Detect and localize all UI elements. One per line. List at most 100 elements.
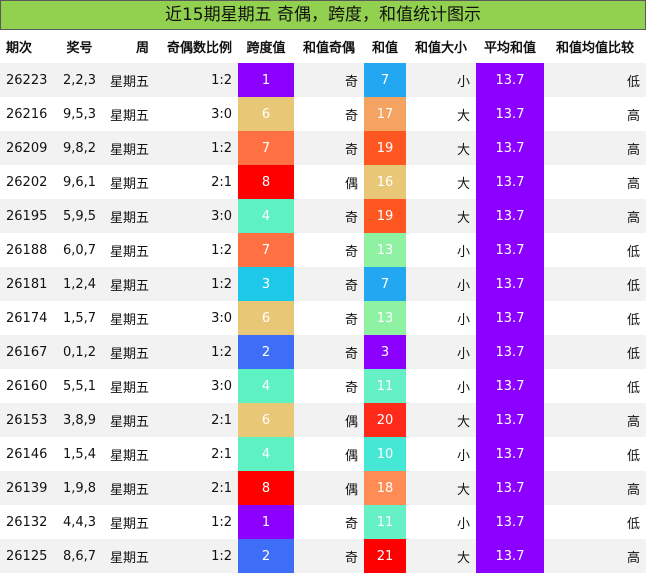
sum-cell: 17 [364, 97, 406, 131]
ratio-cell: 1:2 [155, 233, 238, 267]
issue-cell: 26209 [0, 131, 57, 165]
week-cell: 星期五 [102, 471, 155, 505]
header-row: 期次 奖号 周 奇偶数比例 跨度值 和值奇偶 和值 和值大小 平均和值 和值均值… [0, 30, 646, 63]
sum-cell: 11 [364, 369, 406, 403]
sum-size-cell: 大 [406, 403, 476, 437]
header-sum: 和值 [371, 41, 398, 56]
ratio-cell: 2:1 [155, 437, 238, 471]
table-row: 26139 1,9,8 星期五 2:1 8 偶 18 大 13.7 高 [0, 471, 646, 505]
numbers-cell: 1,2,4 [57, 267, 102, 301]
span-cell: 1 [238, 63, 294, 97]
table-row: 26209 9,8,2 星期五 1:2 7 奇 19 大 13.7 高 [0, 131, 646, 165]
sum-size-cell: 小 [406, 301, 476, 335]
page-title: 近15期星期五 奇偶，跨度，和值统计图示 [0, 0, 646, 30]
avg-sum-cell: 13.7 [476, 233, 544, 267]
avg-sum-cell: 13.7 [476, 335, 544, 369]
sum-size-cell: 大 [406, 471, 476, 505]
span-cell: 2 [238, 335, 294, 369]
span-cell: 2 [238, 539, 294, 573]
avg-sum-cell: 13.7 [476, 403, 544, 437]
week-cell: 星期五 [102, 369, 155, 403]
sum-size-cell: 大 [406, 539, 476, 573]
span-cell: 4 [238, 369, 294, 403]
avg-sum-cell: 13.7 [476, 437, 544, 471]
avg-sum-cell: 13.7 [476, 131, 544, 165]
table-row: 26125 8,6,7 星期五 1:2 2 奇 21 大 13.7 高 [0, 539, 646, 573]
sum-parity-cell: 奇 [294, 233, 364, 267]
issue-cell: 26160 [0, 369, 57, 403]
avg-compare-cell: 低 [544, 505, 646, 539]
sum-size-cell: 小 [406, 335, 476, 369]
avg-compare-cell: 低 [544, 63, 646, 97]
avg-sum-cell: 13.7 [476, 63, 544, 97]
week-cell: 星期五 [102, 335, 155, 369]
week-cell: 星期五 [102, 63, 155, 97]
span-cell: 6 [238, 301, 294, 335]
avg-compare-cell: 低 [544, 369, 646, 403]
header-sum-parity: 和值奇偶 [302, 41, 355, 56]
ratio-cell: 1:2 [155, 267, 238, 301]
ratio-cell: 3:0 [155, 97, 238, 131]
issue-cell: 26125 [0, 539, 57, 573]
sum-parity-cell: 奇 [294, 505, 364, 539]
avg-compare-cell: 高 [544, 97, 646, 131]
week-cell: 星期五 [102, 199, 155, 233]
avg-compare-cell: 高 [544, 199, 646, 233]
sum-cell: 7 [364, 63, 406, 97]
table-row: 26132 4,4,3 星期五 1:2 1 奇 11 小 13.7 低 [0, 505, 646, 539]
numbers-cell: 1,5,7 [57, 301, 102, 335]
issue-cell: 26202 [0, 165, 57, 199]
avg-sum-cell: 13.7 [476, 505, 544, 539]
ratio-cell: 2:1 [155, 403, 238, 437]
avg-compare-cell: 低 [544, 267, 646, 301]
ratio-cell: 2:1 [155, 165, 238, 199]
numbers-cell: 1,9,8 [57, 471, 102, 505]
table-row: 26153 3,8,9 星期五 2:1 6 偶 20 大 13.7 高 [0, 403, 646, 437]
sum-cell: 3 [364, 335, 406, 369]
week-cell: 星期五 [102, 165, 155, 199]
span-cell: 3 [238, 267, 294, 301]
span-cell: 7 [238, 233, 294, 267]
sum-parity-cell: 奇 [294, 335, 364, 369]
numbers-cell: 6,0,7 [57, 233, 102, 267]
numbers-cell: 8,6,7 [57, 539, 102, 573]
numbers-cell: 3,8,9 [57, 403, 102, 437]
sum-parity-cell: 奇 [294, 369, 364, 403]
sum-size-cell: 大 [406, 131, 476, 165]
issue-cell: 26132 [0, 505, 57, 539]
issue-cell: 26139 [0, 471, 57, 505]
header-week: 周 [135, 41, 149, 56]
span-cell: 1 [238, 505, 294, 539]
table-row: 26146 1,5,4 星期五 2:1 4 偶 10 小 13.7 低 [0, 437, 646, 471]
sum-cell: 20 [364, 403, 406, 437]
avg-sum-cell: 13.7 [476, 199, 544, 233]
header-issue: 期次 [6, 41, 33, 56]
sum-cell: 11 [364, 505, 406, 539]
avg-sum-cell: 13.7 [476, 301, 544, 335]
avg-sum-cell: 13.7 [476, 165, 544, 199]
numbers-cell: 9,5,3 [57, 97, 102, 131]
table-row: 26188 6,0,7 星期五 1:2 7 奇 13 小 13.7 低 [0, 233, 646, 267]
span-cell: 6 [238, 403, 294, 437]
avg-sum-cell: 13.7 [476, 471, 544, 505]
avg-compare-cell: 低 [544, 233, 646, 267]
week-cell: 星期五 [102, 233, 155, 267]
sum-cell: 18 [364, 471, 406, 505]
table-row: 26216 9,5,3 星期五 3:0 6 奇 17 大 13.7 高 [0, 97, 646, 131]
ratio-cell: 1:2 [155, 335, 238, 369]
avg-sum-cell: 13.7 [476, 267, 544, 301]
table-row: 26223 2,2,3 星期五 1:2 1 奇 7 小 13.7 低 [0, 63, 646, 97]
week-cell: 星期五 [102, 301, 155, 335]
issue-cell: 26181 [0, 267, 57, 301]
week-cell: 星期五 [102, 131, 155, 165]
sum-parity-cell: 奇 [294, 267, 364, 301]
table-row: 26160 5,5,1 星期五 3:0 4 奇 11 小 13.7 低 [0, 369, 646, 403]
sum-cell: 16 [364, 165, 406, 199]
sum-parity-cell: 奇 [294, 199, 364, 233]
avg-compare-cell: 高 [544, 403, 646, 437]
ratio-cell: 3:0 [155, 199, 238, 233]
numbers-cell: 9,8,2 [57, 131, 102, 165]
sum-parity-cell: 奇 [294, 539, 364, 573]
ratio-cell: 1:2 [155, 131, 238, 165]
issue-cell: 26146 [0, 437, 57, 471]
